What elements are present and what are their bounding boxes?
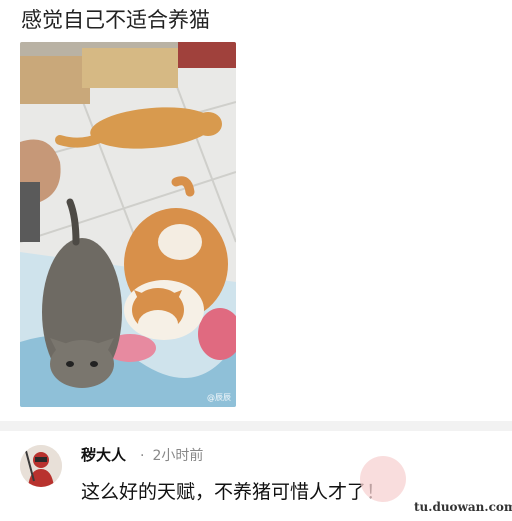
post-title: 感觉自己不适合养猫 xyxy=(21,8,210,32)
cat-photo-image xyxy=(20,42,236,407)
photo-watermark: @辰辰 xyxy=(207,393,231,402)
meta-separator: · xyxy=(140,448,145,464)
comment-username[interactable]: 秽大人 xyxy=(81,445,126,465)
site-watermark: tu.duowan.com xyxy=(360,456,512,521)
watermark-url: tu.duowan.com xyxy=(414,500,512,514)
section-divider xyxy=(0,421,512,431)
comment-time: 2小时前 xyxy=(152,448,204,464)
cat-photo[interactable]: @辰辰 xyxy=(20,42,236,407)
user-avatar-icon xyxy=(20,445,62,487)
comment-text: 这么好的天赋，不养猪可惜人才了！ xyxy=(81,481,386,503)
avatar[interactable] xyxy=(20,445,62,487)
comment-meta: · 2小时前 xyxy=(140,446,203,466)
watermark-seal-icon xyxy=(360,456,406,502)
